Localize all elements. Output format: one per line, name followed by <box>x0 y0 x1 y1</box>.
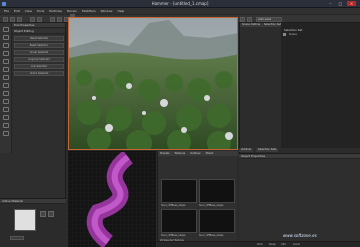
tab-presets[interactable]: Presets <box>158 152 171 156</box>
save-icon[interactable] <box>17 17 22 22</box>
minimize-button[interactable]: – <box>326 1 335 6</box>
tab-outliner-bottom[interactable]: Outliner <box>239 148 254 152</box>
material-panel-title: Active Material <box>0 199 66 204</box>
sculpt-tool-icon[interactable] <box>3 51 9 56</box>
active-material-panel: Active Material <box>0 198 66 247</box>
terrain-tool-icon[interactable] <box>3 67 9 72</box>
object-tool-icon[interactable] <box>3 91 9 96</box>
tab-outliner[interactable]: Outliner <box>188 152 202 156</box>
paint-tool-icon[interactable] <box>3 43 9 48</box>
asset-label: fsoul_cliffBase_shape <box>199 204 224 207</box>
terrain-render <box>69 18 237 149</box>
light-tool-icon[interactable] <box>3 99 9 104</box>
watermark: www.softzone.es <box>283 233 317 238</box>
material-pick-icon[interactable] <box>40 211 46 217</box>
object-properties-title: Object Properties <box>239 154 360 159</box>
3d-viewport[interactable] <box>68 17 238 150</box>
status-bar: Grid Snap Info Local <box>157 241 360 247</box>
group-selected-button[interactable]: Group Selected <box>14 50 64 55</box>
asset-label: fsoul_cliffBase_shape <box>161 204 186 207</box>
selection-set-panel: Selection Set Scene <box>281 23 360 148</box>
redo-icon[interactable] <box>37 17 42 22</box>
reset-selected-button[interactable]: Reset Selected <box>14 36 64 41</box>
asset-browser: Presets Textures Outliner Mixed fsoul_cl… <box>157 151 238 247</box>
outline-item[interactable]: Scene <box>289 33 297 36</box>
water-tool-icon[interactable] <box>3 75 9 80</box>
material-swatch[interactable] <box>14 209 36 231</box>
tool-strip <box>0 23 12 153</box>
tab-selection-sets-bottom[interactable]: Selection Sets <box>256 148 279 152</box>
status-grid[interactable]: Grid <box>257 243 262 246</box>
browser-tabs: Presets Textures Outliner Mixed <box>158 151 238 156</box>
select-icon[interactable] <box>50 17 55 22</box>
unlink-selected-button[interactable]: Unlink Selected <box>14 71 64 76</box>
asset-thumbnail[interactable] <box>161 209 197 233</box>
close-button[interactable]: ✕ <box>347 1 356 6</box>
measure-tool-icon[interactable] <box>3 115 9 120</box>
camera-tool-icon[interactable] <box>3 123 9 128</box>
window-title: Hammer - [untitled_1.cmap] <box>151 1 209 6</box>
smooth-tool-icon[interactable] <box>3 59 9 64</box>
maximize-button[interactable]: □ <box>336 1 345 6</box>
visibility-icon[interactable] <box>283 33 286 36</box>
material-clear-icon[interactable] <box>48 211 54 217</box>
material-reset-button[interactable] <box>10 236 24 240</box>
asset-label: fsoul_cliffBase_shape <box>161 234 186 237</box>
foliage-tool-icon[interactable] <box>3 83 9 88</box>
select-tool-icon[interactable] <box>3 27 9 32</box>
undo-icon[interactable] <box>30 17 35 22</box>
new-file-icon[interactable] <box>3 17 8 22</box>
status-info: Info <box>281 243 286 246</box>
title-bar: Hammer - [untitled_1.cmap] – □ ✕ <box>0 0 360 8</box>
link-selected-button[interactable]: Link Selected <box>14 64 64 69</box>
script-tool-icon[interactable] <box>3 131 9 136</box>
status-snap[interactable]: Snap <box>269 243 276 246</box>
panel-title: Tool Properties <box>12 23 65 28</box>
move-icon[interactable] <box>57 17 62 22</box>
reset-selection-button[interactable]: Reset Selection <box>14 43 64 48</box>
texture-map-viewer[interactable] <box>68 151 156 247</box>
snap-icon[interactable] <box>247 17 252 22</box>
tab-mixed[interactable]: Mixed <box>204 152 216 156</box>
ungroup-selected-button[interactable]: Ungroup Selected <box>14 57 64 62</box>
asset-label: fsoul_cliffBase_shape <box>199 234 224 237</box>
tab-textures[interactable]: Textures <box>172 152 187 156</box>
asset-thumbnail[interactable] <box>199 209 235 233</box>
path-tool-icon[interactable] <box>3 107 9 112</box>
asset-thumbnail[interactable] <box>161 179 197 203</box>
asset-thumbnail[interactable] <box>199 179 235 203</box>
section-title: Object Editing <box>12 29 65 34</box>
terrain-mask-map <box>68 152 156 247</box>
selection-set-header: Selection Set <box>284 28 303 32</box>
move-tool-icon[interactable] <box>3 35 9 40</box>
tab-scene-outline[interactable]: Scene Outline <box>240 23 263 27</box>
auto-save-button[interactable]: Auto-save <box>256 17 282 22</box>
status-local[interactable]: Local <box>293 243 300 246</box>
grid-icon[interactable] <box>240 17 245 22</box>
open-file-icon[interactable] <box>10 17 15 22</box>
